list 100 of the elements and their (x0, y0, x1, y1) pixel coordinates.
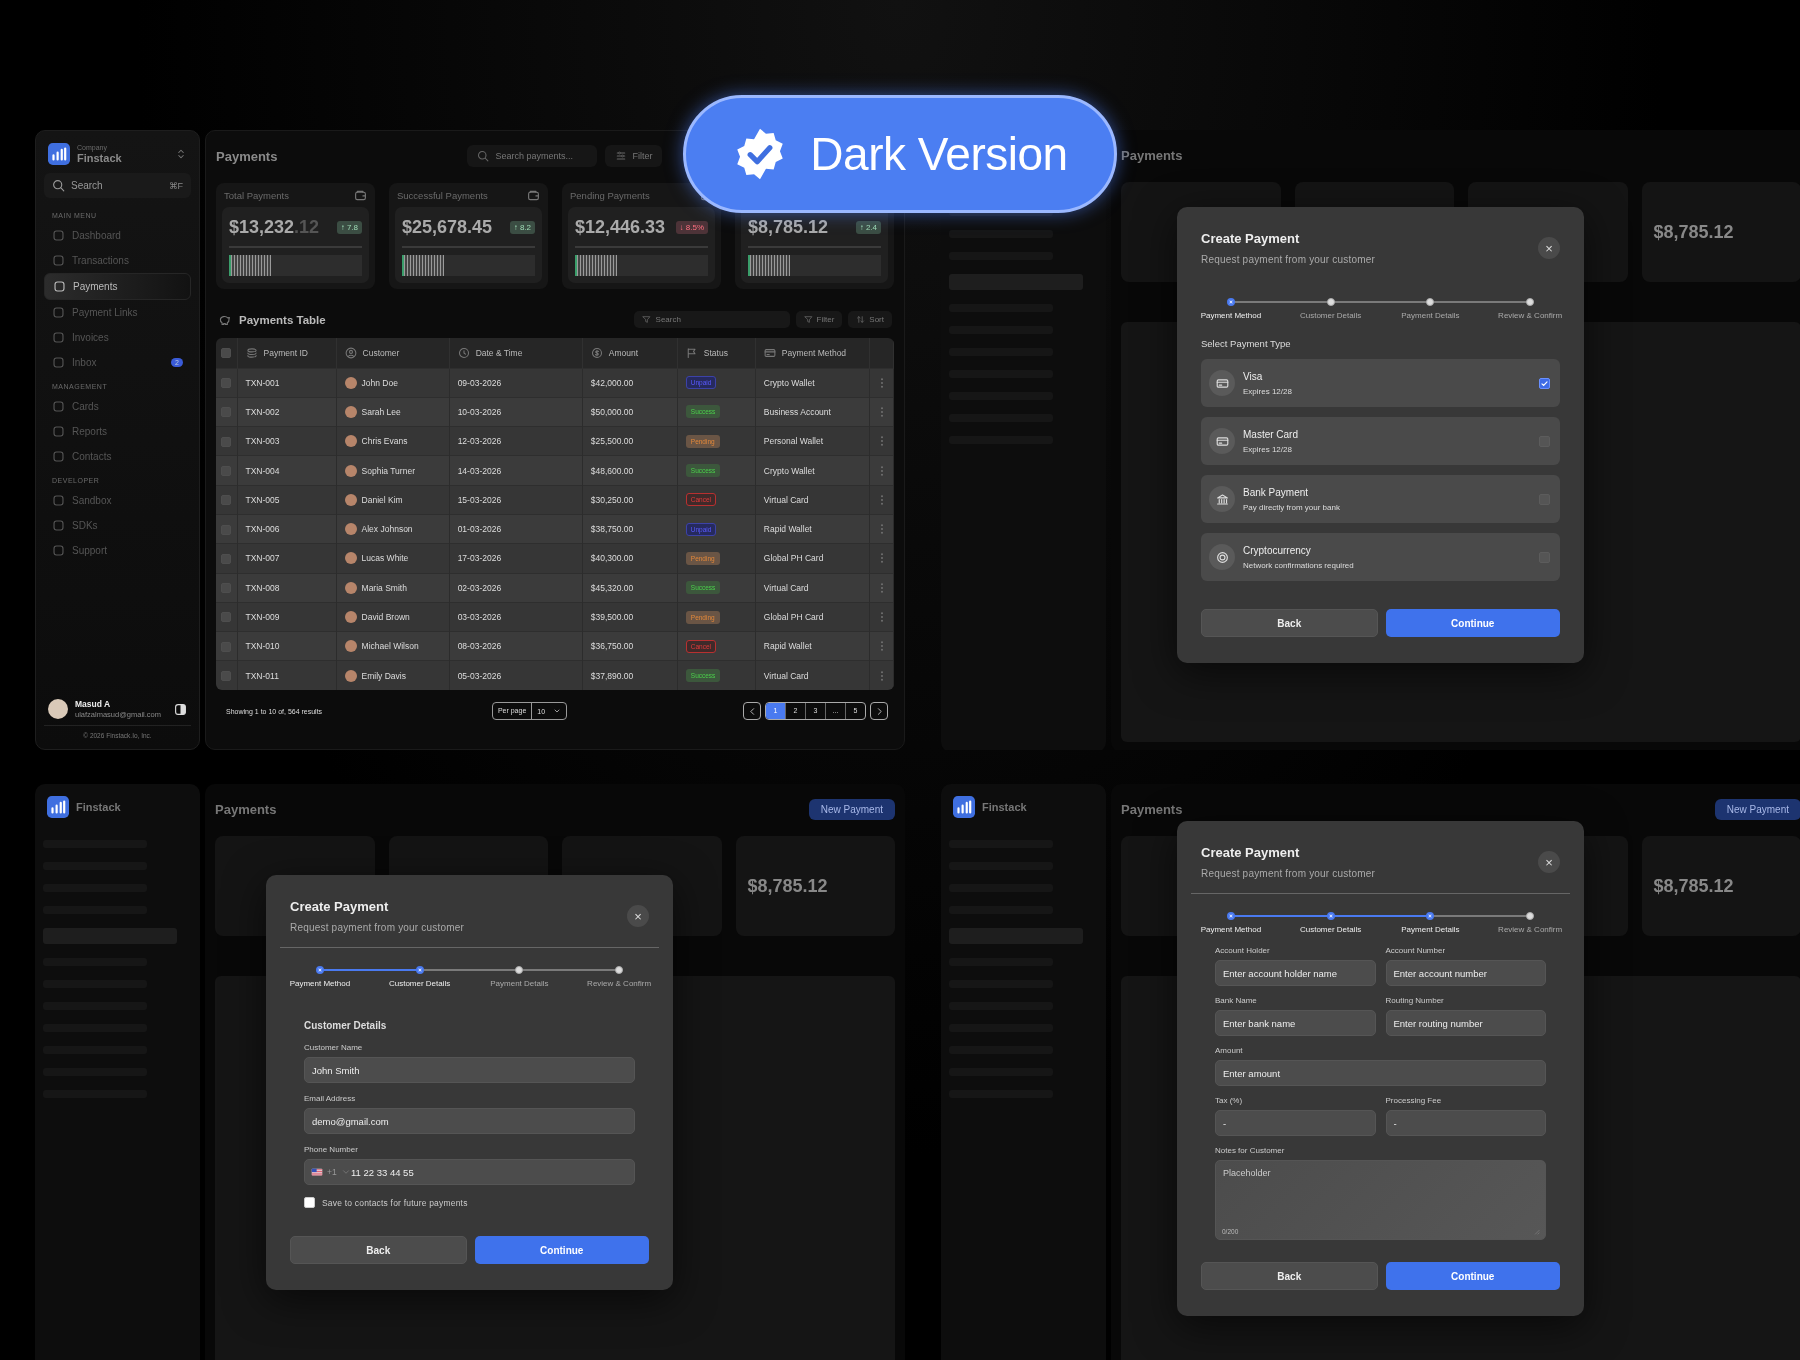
table-cell: TXN-002 (237, 397, 337, 427)
rounded-square-icon (52, 544, 65, 557)
flag-icon (685, 346, 698, 359)
column-header: Amount (608, 347, 639, 358)
payment-option[interactable]: Master Card Expires 12/28 (1201, 417, 1560, 465)
input-field[interactable]: Enter account number (1385, 960, 1546, 986)
input-field[interactable]: Enter bank name (1215, 1010, 1376, 1036)
new-payment-button[interactable]: New Payment (808, 798, 895, 820)
input-field[interactable]: John Smith (304, 1057, 635, 1083)
customer-name: Lucas White (361, 553, 409, 564)
badge-label: Dark Version (810, 127, 1068, 181)
sort-button[interactable]: Sort (848, 311, 892, 328)
close-button[interactable]: × (1538, 237, 1560, 259)
option-subtitle: Expires 12/28 (1243, 444, 1293, 454)
piggy-bank-icon (218, 313, 231, 326)
input-field[interactable]: Enter account holder name (1215, 960, 1376, 986)
table-cell: 10-03-2026 (449, 397, 583, 427)
table-cell: Crypto Wallet (755, 368, 870, 398)
next-page-button[interactable] (870, 702, 888, 721)
search-field[interactable]: Search ⌘F (44, 173, 191, 198)
back-button[interactable]: Back (1201, 1262, 1378, 1290)
step-label: Review & Confirm (1498, 311, 1563, 320)
new-payment-button[interactable]: New Payment (1714, 798, 1800, 820)
card-icon (763, 346, 776, 359)
search-field[interactable]: Search payments... (467, 145, 598, 167)
rounded-square-icon (52, 425, 65, 438)
checkbox[interactable] (221, 612, 232, 623)
option-title: Visa (1243, 370, 1264, 382)
close-button[interactable]: × (1538, 851, 1560, 873)
modal-subtitle: Request payment from your customer (1201, 868, 1377, 879)
column-header: Payment ID (263, 347, 308, 358)
step-label: Review & Confirm (1498, 925, 1563, 934)
flag-icon (311, 1166, 323, 1178)
table-cell: $39,500.00 (582, 602, 678, 632)
continue-button[interactable]: Continue (1385, 609, 1560, 637)
column-header: Date & Time (475, 347, 523, 358)
checkbox[interactable] (221, 495, 232, 506)
page-title: Payments (215, 801, 277, 817)
stat-value: $12,446.33 (575, 217, 666, 238)
table-cell: TXN-005 (237, 485, 337, 515)
field-label: Email Address (304, 1094, 357, 1103)
filter-button[interactable]: Filter (605, 145, 663, 167)
sliders-icon (615, 150, 628, 162)
chevron-down-icon[interactable] (340, 1167, 351, 1177)
split-square-icon[interactable] (174, 702, 187, 716)
table-cell: Personal Wallet (755, 426, 870, 456)
avatar (344, 640, 357, 653)
page-title: Payments (216, 148, 278, 164)
back-button[interactable]: Back (290, 1236, 467, 1264)
trend-badge: ↑ 7.8 (336, 221, 362, 234)
rounded-square-icon (52, 400, 65, 413)
column-header: Status (703, 347, 728, 358)
option-subtitle: Network confirmations required (1243, 560, 1355, 570)
payment-option[interactable]: Bank Payment Pay directly from your bank (1201, 475, 1560, 523)
person-icon (344, 346, 357, 359)
rounded-square-icon (52, 356, 65, 369)
avatar (344, 581, 357, 594)
logo-icon (48, 143, 70, 165)
step-label: Payment Details (1401, 311, 1460, 320)
field-label: Processing Fee (1385, 1096, 1443, 1105)
table-cell: TXN-003 (237, 426, 337, 456)
filter-button[interactable]: Filter (795, 311, 843, 328)
rounded-square-icon (52, 229, 65, 242)
close-button[interactable]: × (627, 905, 649, 927)
input-field[interactable]: Enter amount (1215, 1060, 1546, 1086)
checkbox[interactable] (221, 348, 232, 359)
back-button[interactable]: Back (1201, 609, 1378, 637)
search-icon (52, 179, 65, 192)
avatar (344, 435, 357, 448)
checkbox[interactable] (221, 436, 232, 447)
payment-option[interactable]: Visa Expires 12/28 (1201, 359, 1560, 407)
checkbox[interactable] (221, 553, 232, 564)
option-title: Bank Payment (1243, 486, 1310, 498)
table-cell: 03-03-2026 (449, 602, 583, 632)
nav-item[interactable]: Payments (44, 273, 191, 300)
table-cell: TXN-011 (237, 660, 337, 691)
continue-button[interactable]: Continue (474, 1236, 649, 1264)
table-cell: Crypto Wallet (755, 455, 870, 486)
input-field[interactable]: - (1215, 1110, 1376, 1136)
input-field[interactable]: - (1385, 1110, 1546, 1136)
input-field[interactable]: demo@gmail.com (304, 1108, 635, 1134)
checkbox[interactable] (221, 378, 232, 388)
modal-title: Create Payment (1201, 231, 1301, 246)
search-field[interactable]: Search (633, 311, 790, 328)
checkbox[interactable] (221, 671, 232, 682)
checkbox[interactable] (1539, 377, 1550, 389)
option-subtitle: Expires 12/28 (1243, 386, 1293, 396)
continue-button[interactable]: Continue (1385, 1262, 1560, 1290)
card-title: Successful Payments (397, 189, 488, 201)
payment-option[interactable]: Cryptocurrency Network confirmations required (1201, 533, 1560, 581)
previous-page-button[interactable] (743, 702, 761, 721)
table-cell: Rapid Wallet (755, 631, 870, 661)
avatar (344, 464, 357, 477)
customer-name: Sarah Lee (361, 406, 401, 417)
stat-value: $8,785.12 (748, 217, 829, 238)
input-field[interactable]: Enter routing number (1385, 1010, 1546, 1036)
table-cell: 14-03-2026 (449, 455, 583, 486)
logo-icon (953, 796, 975, 818)
chevron-updown-icon[interactable] (175, 148, 187, 160)
customer-name: Emily Davis (361, 670, 406, 681)
